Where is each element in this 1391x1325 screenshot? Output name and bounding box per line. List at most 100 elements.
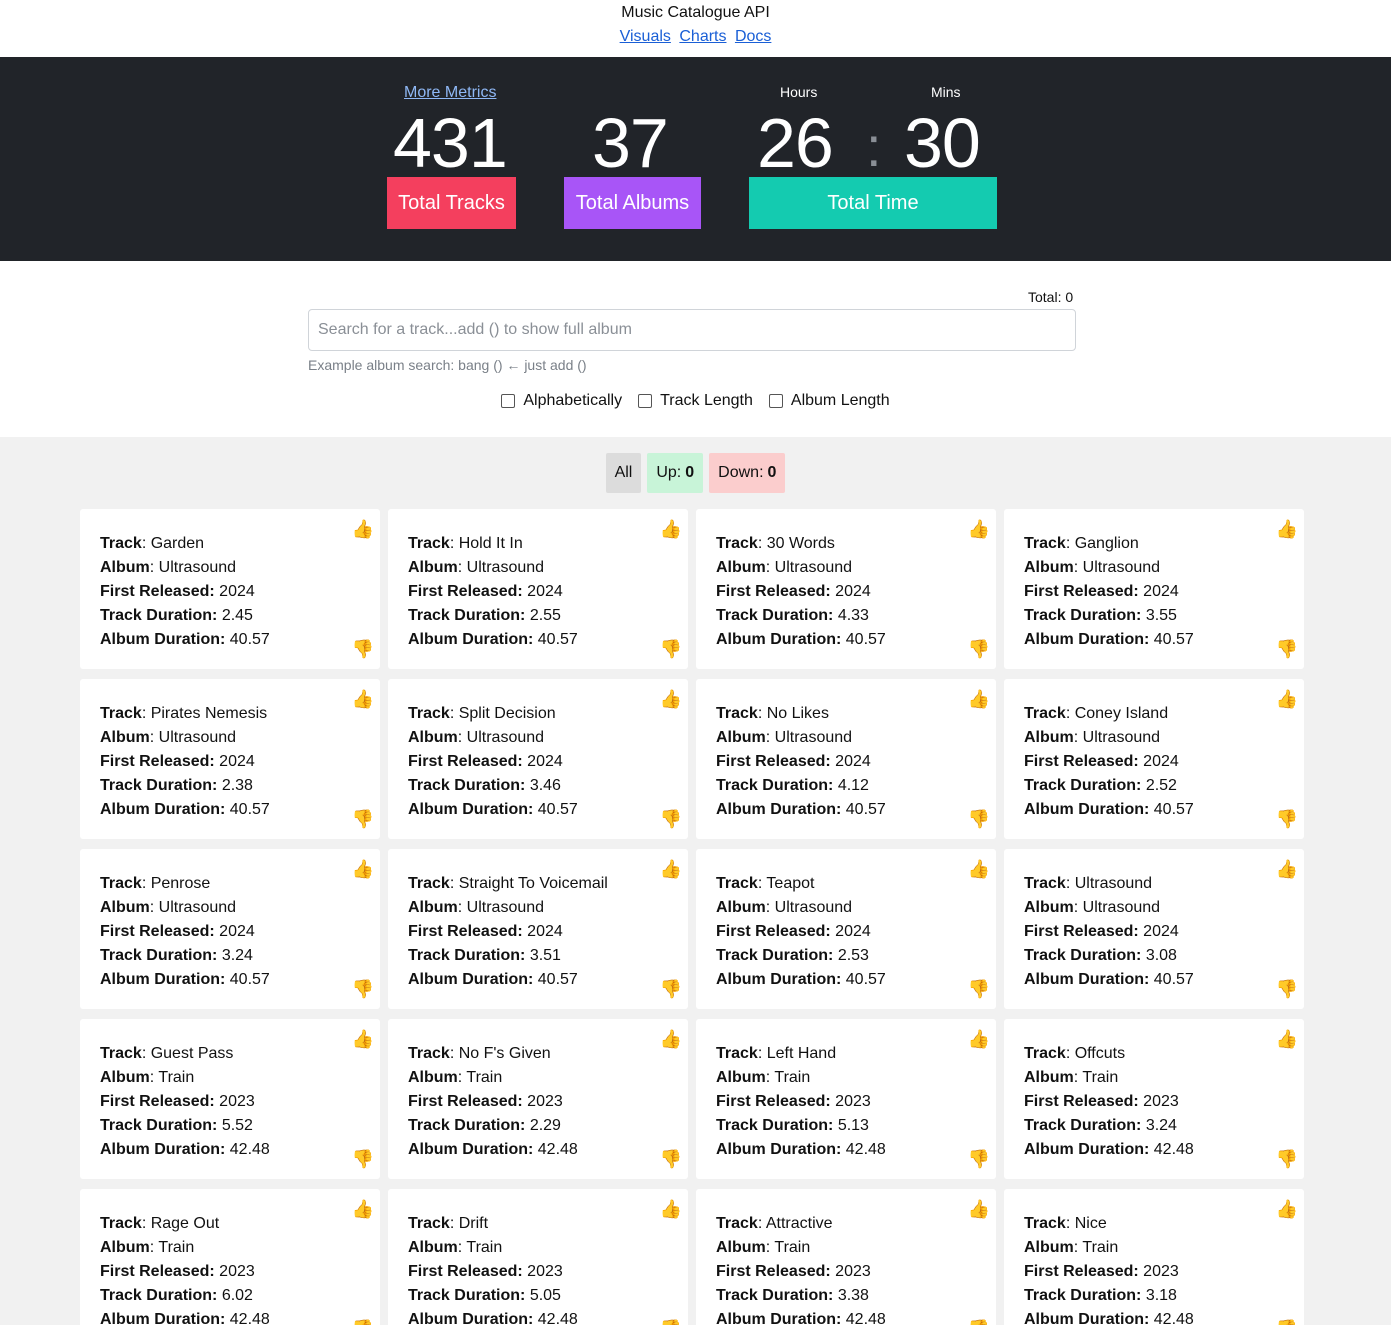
thumbs-down-icon[interactable]: 👎	[968, 1149, 990, 1169]
track-label: Track	[100, 1045, 142, 1062]
total-time-button[interactable]: Total Time	[749, 177, 997, 229]
filter-down-tab[interactable]: Down: 0	[709, 453, 786, 493]
track-length-checkbox[interactable]	[638, 394, 653, 408]
album-line: Album: Ultrasound	[1024, 559, 1161, 576]
track-duration-label: Track Duration:	[100, 607, 218, 624]
total-tracks-button[interactable]: Total Tracks	[387, 177, 516, 229]
nav-link-charts[interactable]: Charts	[679, 28, 726, 45]
thumbs-down-icon[interactable]: 👎	[352, 979, 374, 999]
nav-link-docs[interactable]: Docs	[735, 28, 771, 45]
mins-label: Mins	[931, 84, 961, 100]
thumbs-up-icon[interactable]: 👍	[352, 859, 374, 879]
total-albums-button[interactable]: Total Albums	[564, 177, 701, 229]
track-card: 👍 Track: Rage Out Album: Train First Rel…	[80, 1189, 380, 1325]
thumbs-up-icon[interactable]: 👍	[660, 1029, 682, 1049]
thumbs-down-icon[interactable]: 👎	[660, 1319, 682, 1325]
thumbs-down-icon[interactable]: 👎	[1276, 639, 1298, 659]
track-label: Track	[716, 535, 758, 552]
album-name: Ultrasound	[1082, 899, 1161, 916]
thumbs-up-icon[interactable]: 👍	[1276, 1199, 1298, 1219]
released-year: 2023	[1143, 1093, 1179, 1110]
album-duration-label: Album Duration:	[100, 631, 226, 648]
thumbs-down-icon[interactable]: 👎	[660, 809, 682, 829]
album-duration-line: Album Duration: 42.48	[100, 1138, 360, 1162]
thumbs-up-icon[interactable]: 👍	[968, 519, 990, 539]
thumbs-up-icon[interactable]: 👍	[352, 689, 374, 709]
thumbs-up-icon[interactable]: 👍	[1276, 859, 1298, 879]
thumbs-down-icon[interactable]: 👎	[660, 639, 682, 659]
track-label: Track	[408, 705, 450, 722]
track-card: 👍 Track: Straight To Voicemail Album: Ul…	[388, 849, 688, 1009]
track-line: Track: Left Hand	[716, 1045, 837, 1062]
track-name: 30 Words	[766, 535, 835, 552]
thumbs-down-icon[interactable]: 👎	[352, 639, 374, 659]
released-line: First Released: 2024	[100, 920, 360, 944]
thumbs-up-icon[interactable]: 👍	[1276, 1029, 1298, 1049]
released-line: First Released: 2024	[716, 750, 976, 774]
released-label: First Released:	[716, 1093, 831, 1110]
thumbs-down-icon[interactable]: 👎	[968, 809, 990, 829]
sort-alphabetically[interactable]: Alphabetically	[501, 392, 622, 410]
thumbs-down-icon[interactable]: 👎	[1276, 809, 1298, 829]
track-label: Track	[1024, 875, 1066, 892]
album-duration-value: 40.57	[845, 801, 886, 818]
nav-link-visuals[interactable]: Visuals	[620, 28, 671, 45]
album-line: Album: Ultrasound	[1024, 729, 1161, 746]
thumbs-up-icon[interactable]: 👍	[968, 1029, 990, 1049]
thumbs-up-icon[interactable]: 👍	[968, 1199, 990, 1219]
more-metrics-link[interactable]: More Metrics	[404, 84, 496, 102]
track-card: 👍 Track: Attractive Album: Train First R…	[696, 1189, 996, 1325]
thumbs-down-icon[interactable]: 👎	[1276, 1149, 1298, 1169]
thumbs-up-icon[interactable]: 👍	[660, 1199, 682, 1219]
thumbs-up-icon[interactable]: 👍	[352, 1029, 374, 1049]
track-duration-value: 3.55	[1145, 607, 1177, 624]
album-name: Ultrasound	[158, 899, 237, 916]
thumbs-up-icon[interactable]: 👍	[968, 689, 990, 709]
track-card: 👍 Track: Drift Album: Train First Releas…	[388, 1189, 688, 1325]
sort-album-length[interactable]: Album Length	[768, 392, 890, 410]
track-label: Track	[408, 875, 450, 892]
released-year: 2023	[1143, 1263, 1179, 1280]
thumbs-down-icon[interactable]: 👎	[1276, 1319, 1298, 1325]
thumbs-down-icon[interactable]: 👎	[352, 809, 374, 829]
thumbs-up-icon[interactable]: 👍	[1276, 519, 1298, 539]
track-duration-value: 2.52	[1145, 777, 1177, 794]
album-line: Album: Train	[1024, 1239, 1119, 1256]
sort-track-length[interactable]: Track Length	[638, 392, 753, 410]
thumbs-up-icon[interactable]: 👍	[660, 689, 682, 709]
filter-all-tab[interactable]: All	[605, 453, 642, 493]
track-duration-label: Track Duration:	[716, 1287, 834, 1304]
track-line: Track: Pirates Nemesis	[100, 705, 268, 722]
thumbs-down-icon[interactable]: 👎	[968, 979, 990, 999]
thumbs-down-icon[interactable]: 👎	[968, 1319, 990, 1325]
released-label: First Released:	[100, 923, 215, 940]
track-duration-line: Track Duration: 2.53	[716, 944, 976, 968]
released-line: First Released: 2023	[100, 1090, 360, 1114]
thumbs-up-icon[interactable]: 👍	[968, 859, 990, 879]
album-duration-label: Album Duration:	[1024, 971, 1150, 988]
alphabetically-checkbox[interactable]	[501, 394, 516, 408]
thumbs-down-icon[interactable]: 👎	[352, 1319, 374, 1325]
thumbs-up-icon[interactable]: 👍	[1276, 689, 1298, 709]
thumbs-down-icon[interactable]: 👎	[660, 1149, 682, 1169]
track-duration-line: Track Duration: 5.05	[408, 1284, 668, 1308]
thumbs-down-icon[interactable]: 👎	[1276, 979, 1298, 999]
sort-alphabetically-label: Alphabetically	[523, 392, 623, 409]
thumbs-up-icon[interactable]: 👍	[352, 519, 374, 539]
thumbs-down-icon[interactable]: 👎	[660, 979, 682, 999]
filter-up-tab[interactable]: Up: 0	[647, 453, 704, 493]
track-duration-label: Track Duration:	[716, 777, 834, 794]
track-duration-label: Track Duration:	[1024, 607, 1142, 624]
album-label: Album	[100, 899, 150, 916]
thumbs-down-icon[interactable]: 👎	[968, 639, 990, 659]
thumbs-down-icon[interactable]: 👎	[352, 1149, 374, 1169]
track-search-input[interactable]	[308, 309, 1076, 351]
track-duration-line: Track Duration: 5.52	[100, 1114, 360, 1138]
thumbs-up-icon[interactable]: 👍	[660, 519, 682, 539]
album-duration-label: Album Duration:	[716, 631, 842, 648]
released-year: 2023	[835, 1263, 871, 1280]
thumbs-up-icon[interactable]: 👍	[660, 859, 682, 879]
released-year: 2024	[527, 923, 563, 940]
thumbs-up-icon[interactable]: 👍	[352, 1199, 374, 1219]
album-length-checkbox[interactable]	[768, 394, 783, 408]
